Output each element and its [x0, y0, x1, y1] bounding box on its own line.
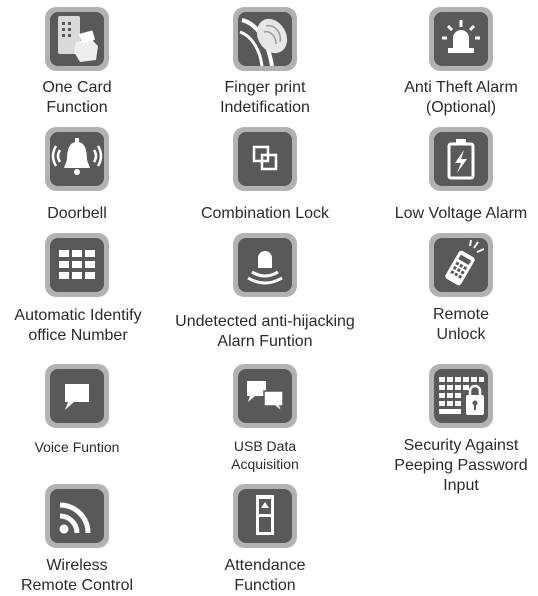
keyboard-lock-icon [439, 377, 484, 415]
wireless-remote-tile [45, 484, 109, 548]
combination-lock-tile [233, 127, 297, 191]
automatic-identify-label-line2: office Number [28, 327, 128, 344]
alarm-siren-icon [442, 20, 480, 53]
remote-unlock-tile [429, 233, 493, 297]
doorbell-label: Doorbell [47, 205, 107, 222]
doorbell-tile [45, 127, 109, 191]
doorbell-icon [51, 138, 103, 175]
low-voltage-tile [429, 127, 493, 191]
combination-lock-label: Combination Lock [200, 205, 330, 222]
anti-theft-label-line1: Anti Theft Alarm [404, 79, 518, 96]
wireless-remote-label-line2: Remote Control [20, 577, 134, 594]
wireless-signal-icon [59, 502, 91, 534]
automatic-identify-label-line1: Automatic Identify [14, 307, 142, 324]
remote-control-icon [445, 239, 485, 286]
card-swipe-icon [58, 16, 98, 62]
anti-hijacking-label-line1: Undetected anti-hijacking [175, 313, 355, 330]
usb-data-label-line1: USB Data [233, 438, 297, 454]
combination-lock-icon [252, 145, 278, 171]
fingerprint-label-line2: Indetification [220, 99, 310, 116]
attendance-tile [233, 484, 297, 548]
remote-unlock-label-line2: Unlock [436, 326, 486, 343]
security-peeping-label-line3: Input [443, 477, 479, 494]
anti-hijacking-label-line2: Alarn Funtion [217, 333, 313, 350]
usb-data-tile [233, 364, 297, 428]
security-peeping-tile [429, 364, 493, 428]
security-peeping-label-line2: Peeping Password [394, 457, 528, 474]
fingerprint-icon [239, 18, 288, 66]
wireless-remote-label-line1: Wireless [46, 557, 108, 574]
anti-theft-label-line2: (Optional) [425, 99, 497, 116]
attendance-label-line1: Attendance [224, 557, 306, 574]
low-battery-icon [447, 139, 475, 180]
anti-hijack-alarm-icon [247, 251, 283, 285]
anti-hijacking-tile [233, 233, 297, 297]
security-peeping-label-line1: Security Against [403, 437, 519, 454]
remote-unlock-label-line1: Remote [432, 306, 490, 323]
voice-tile [45, 364, 109, 428]
one-card-label-line2: Function [46, 99, 108, 116]
one-card-label-line1: One Card [42, 79, 112, 96]
usb-data-label-line2: Acquisition [231, 456, 299, 472]
usb-data-icon [247, 381, 284, 415]
fingerprint-tile [233, 7, 297, 71]
attendance-label-line2: Function [234, 577, 296, 594]
speech-bubble-icon [65, 384, 89, 410]
automatic-identify-tile [45, 233, 109, 297]
attendance-icon [256, 495, 274, 535]
fingerprint-label-line1: Finger print [224, 79, 306, 96]
one-card-tile [45, 7, 109, 71]
anti-theft-tile [429, 7, 493, 71]
keypad-icon [59, 250, 95, 279]
voice-label: Voice Funtion [34, 439, 120, 455]
low-voltage-label: Low Voltage Alarm [394, 205, 528, 222]
